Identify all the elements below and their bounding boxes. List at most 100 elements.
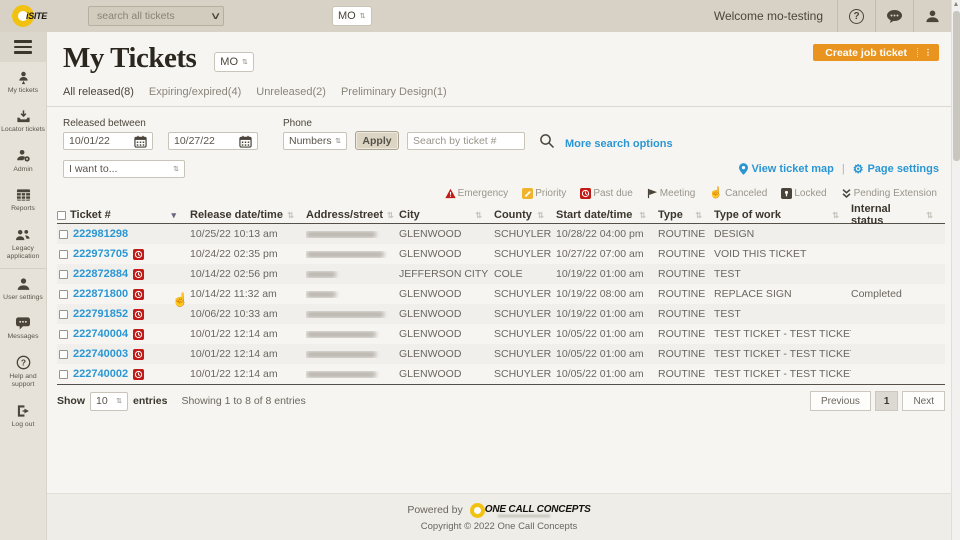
column-header-ticket[interactable]: Ticket #▾ — [57, 209, 190, 221]
city-cell: GLENWOOD — [399, 328, 494, 340]
tab-expiring-expired-4[interactable]: Expiring/expired(4) — [149, 86, 241, 98]
next-page-button[interactable]: Next — [902, 391, 945, 411]
help-button[interactable]: ? — [837, 0, 875, 32]
column-header-address-street[interactable]: Address/street⇅ — [306, 209, 399, 221]
show-label: Show — [57, 395, 85, 407]
sort-icon: ⇅ — [537, 211, 544, 220]
sidebar-item-my-tickets[interactable]: My tickets — [0, 62, 46, 101]
release-datetime-cell: 10/25/22 10:13 am — [190, 228, 306, 240]
ticket-number-link[interactable]: 222791852 — [73, 308, 128, 320]
date-from-input[interactable] — [69, 135, 127, 147]
ticket-number-link[interactable]: 222872884 — [73, 268, 128, 280]
sidebar-item-user-settings[interactable]: User settings — [0, 268, 46, 308]
ticket-number-link[interactable]: 222981298 — [73, 228, 128, 240]
messages-button[interactable] — [875, 0, 913, 32]
date-from-field[interactable] — [63, 132, 153, 150]
column-header-type[interactable]: Type⇅ — [658, 209, 714, 221]
people-icon — [15, 227, 31, 243]
ticket-search-input[interactable] — [413, 135, 519, 147]
city-cell: GLENWOOD — [399, 228, 494, 240]
row-checkbox[interactable] — [59, 270, 68, 279]
column-header-release-date-time[interactable]: Release date/time⇅ — [190, 209, 306, 221]
menu-toggle-button[interactable] — [0, 32, 46, 62]
table-row[interactable]: 222791852 10/06/22 10:33 am GLENWOOD SCH… — [57, 304, 945, 324]
view-ticket-map-link[interactable]: View ticket map — [739, 163, 834, 175]
table-row[interactable]: 222871800 10/14/22 11:32 am GLENWOOD SCH… — [57, 284, 945, 304]
phone-type-select[interactable]: Numbers ⇅ — [283, 132, 347, 150]
scrollbar-up-arrow[interactable]: ▲ — [952, 0, 960, 10]
column-header-county[interactable]: County⇅ — [494, 209, 556, 221]
table-body: 222981298 10/25/22 10:13 am GLENWOOD SCH… — [57, 224, 945, 385]
sidebar-item-messages[interactable]: Messages — [0, 308, 46, 347]
search-icon[interactable] — [539, 133, 555, 149]
calendar-icon[interactable] — [134, 135, 147, 148]
ticket-number-link[interactable]: 222740003 — [73, 348, 128, 360]
date-to-field[interactable] — [168, 132, 258, 150]
meeting-flag-icon — [647, 188, 658, 199]
row-checkbox[interactable] — [59, 250, 68, 259]
previous-page-button[interactable]: Previous — [810, 391, 871, 411]
column-header-start-date-time[interactable]: Start date/time⇅ — [556, 209, 658, 221]
i-want-to-select[interactable]: I want to... ⇅ — [63, 160, 185, 178]
select-all-checkbox[interactable] — [57, 211, 66, 220]
title-state-select[interactable]: MO ⇅ — [214, 52, 254, 72]
global-search-input[interactable] — [97, 10, 212, 22]
person-pin-icon — [16, 69, 31, 85]
row-checkbox[interactable] — [59, 330, 68, 339]
ticket-number-link[interactable]: 222973705 — [73, 248, 128, 260]
ticket-number-link[interactable]: 222740002 — [73, 368, 128, 380]
global-search[interactable]: ∨ — [88, 6, 224, 26]
table-row[interactable]: 222740004 10/01/22 12:14 am GLENWOOD SCH… — [57, 324, 945, 344]
sidebar-item-legacy-application[interactable]: Legacy application — [0, 220, 46, 268]
current-page-button[interactable]: 1 — [875, 391, 899, 411]
calendar-icon[interactable] — [239, 135, 252, 148]
city-cell: GLENWOOD — [399, 288, 494, 300]
apply-button[interactable]: Apply — [355, 131, 399, 150]
row-checkbox[interactable] — [59, 230, 68, 239]
legend-canceled: ☝ Canceled — [709, 188, 767, 199]
chevron-down-icon[interactable]: ∨ — [209, 11, 221, 22]
table-row[interactable]: 222973705 10/24/22 02:35 pm GLENWOOD SCH… — [57, 244, 945, 264]
row-checkbox[interactable] — [59, 350, 68, 359]
page-scrollbar[interactable]: ▲ — [951, 0, 960, 540]
column-header-internal-status[interactable]: Internal status⇅ — [851, 203, 945, 227]
entries-per-page-select[interactable]: 10 ⇅ — [90, 392, 128, 411]
account-button[interactable] — [913, 0, 951, 32]
sidebar-item-help-and-support[interactable]: ? Help and support — [0, 348, 46, 396]
table-row[interactable]: 222740002 10/01/22 12:14 am GLENWOOD SCH… — [57, 364, 945, 384]
person-icon — [925, 9, 940, 24]
sidebar-item-admin[interactable]: Admin — [0, 141, 46, 180]
sidebar-item-locator-tickets[interactable]: Locator tickets — [0, 101, 46, 140]
table-row[interactable]: 222740003 10/01/22 12:14 am GLENWOOD SCH… — [57, 344, 945, 364]
sort-icon: ⇅ — [695, 211, 702, 220]
ticket-number-link[interactable]: 222871800 — [73, 288, 128, 300]
create-job-ticket-button[interactable]: Create job ticket ⋮ — [813, 44, 939, 61]
ticket-number-link[interactable]: 222740004 — [73, 328, 128, 340]
tab-all-released-8[interactable]: All released(8) — [63, 86, 134, 98]
topbar-state-select[interactable]: MO ⇅ — [332, 6, 372, 26]
legend-pending-extension: Pending Extension — [841, 188, 937, 199]
tab-preliminary-design-1[interactable]: Preliminary Design(1) — [341, 86, 447, 98]
row-checkbox[interactable] — [59, 290, 68, 299]
more-search-options-link[interactable]: More search options — [565, 138, 673, 150]
address-cell — [306, 331, 399, 338]
release-datetime-cell: 10/06/22 10:33 am — [190, 308, 306, 320]
page-settings-link[interactable]: ⚙ Page settings — [853, 163, 939, 175]
tab-unreleased-2[interactable]: Unreleased(2) — [256, 86, 326, 98]
row-checkbox[interactable] — [59, 370, 68, 379]
column-header-type-of-work[interactable]: Type of work⇅ — [714, 209, 851, 221]
table-row[interactable]: 222872884 10/14/22 02:56 pm JEFFERSON CI… — [57, 264, 945, 284]
sidebar-item-log-out[interactable]: Log out — [0, 396, 46, 435]
status-legend: Emergency Priority Past due Meeting ☝ Ca… — [47, 178, 951, 203]
county-cell: SCHUYLER — [494, 228, 556, 240]
scrollbar-thumb[interactable] — [953, 11, 960, 161]
emergency-triangle-icon — [445, 188, 456, 199]
create-ticket-dropdown-icon[interactable]: ⋮ — [917, 48, 939, 57]
date-to-input[interactable] — [174, 135, 232, 147]
ticket-search-field[interactable] — [407, 132, 525, 150]
table-row[interactable]: 222981298 10/25/22 10:13 am GLENWOOD SCH… — [57, 224, 945, 244]
column-header-city[interactable]: City⇅ — [399, 209, 494, 221]
phone-label: Phone — [283, 118, 347, 129]
row-checkbox[interactable] — [59, 310, 68, 319]
sidebar-item-reports[interactable]: Reports — [0, 180, 46, 219]
